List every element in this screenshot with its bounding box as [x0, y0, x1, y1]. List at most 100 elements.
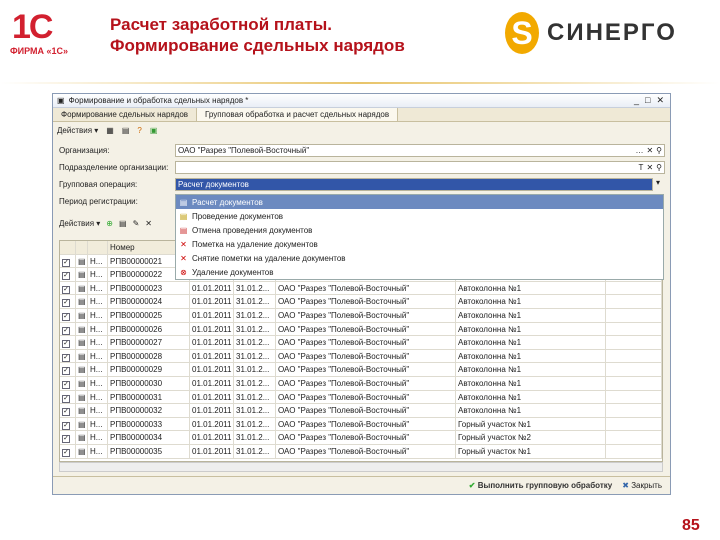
cell-e: 31.01.2... [234, 376, 276, 390]
cell-n: РПВ00000029 [108, 363, 190, 376]
cell-u: Автоколонна №1 [456, 404, 606, 417]
select-button[interactable]: … [635, 145, 643, 156]
table-row[interactable]: ✓ ▤ Н... РПВ00000028 01.01.2011 31.01.2... ОАО… [60, 349, 662, 364]
maximize-button[interactable]: □ [645, 95, 650, 106]
cell-o: ОАО "Разрез "Полевой-Восточный" [276, 404, 456, 417]
cell-u: Автоколонна №1 [456, 322, 606, 336]
cell-n: РПВ00000035 [108, 444, 190, 458]
execute-button[interactable]: ✔ Выполнить групповую обработку [469, 481, 612, 490]
minimize-button[interactable]: _ [634, 95, 639, 106]
cell-t: Н... [88, 295, 108, 308]
actions-menu[interactable]: Действия ▾ [57, 126, 98, 135]
cell-u: Горный участок №2 [456, 431, 606, 444]
table-row[interactable]: ✓ ▤ Н... РПВ00000029 01.01.2011 31.01.2... ОАО… [60, 363, 662, 377]
row-checkbox[interactable]: ✓ [62, 380, 70, 389]
cell-e: 31.01.2... [234, 444, 276, 458]
settings-icon[interactable]: ▤ [122, 126, 130, 135]
row-checkbox[interactable]: ✓ [62, 353, 70, 362]
delete-circle-icon: ⊗ [180, 267, 187, 277]
document-icon: ▤ [76, 322, 88, 336]
table-row[interactable]: ✓ ▤ Н... РПВ00000027 01.01.2011 31.01.2... ОАО… [60, 336, 662, 350]
horizontal-scrollbar[interactable] [59, 462, 663, 472]
cell-d: 01.01.2011 [190, 349, 234, 363]
tab-forming[interactable]: Формирование сдельных нарядов [53, 108, 198, 121]
cell-e: 31.01.2... [234, 390, 276, 404]
row-checkbox[interactable]: ✓ [62, 448, 70, 457]
table-row[interactable]: ✓ ▤ Н... РПВ00000031 01.01.2011 31.01.2... ОАО… [60, 390, 662, 405]
copy-icon[interactable]: ▤ [119, 219, 127, 228]
row-checkbox[interactable]: ✓ [62, 299, 70, 308]
subdivision-field[interactable]: T ✕ ⚲ [175, 161, 665, 174]
clear-icon[interactable]: ✕ [646, 162, 653, 173]
table-row[interactable]: ✓ ▤ Н... РПВ00000033 01.01.2011 31.01.2... ОАО… [60, 417, 662, 432]
row-checkbox[interactable]: ✓ [62, 367, 70, 376]
cell-u: Автоколонна №1 [456, 281, 606, 295]
organization-field[interactable]: ОАО "Разрез "Полевой-Восточный"… ✕ ⚲ [175, 144, 665, 157]
cell-t: Н... [88, 336, 108, 349]
search-icon[interactable]: ⚲ [656, 162, 662, 173]
cell-n: РПВ00000025 [108, 308, 190, 322]
chevron-down-icon[interactable]: ▾ [656, 178, 660, 187]
option-post[interactable]: ▤ Проведение документов [176, 209, 663, 223]
cell-t: Н... [88, 268, 108, 281]
close-window-button[interactable]: ✕ [656, 95, 664, 106]
table-row[interactable]: ✓ ▤ Н... РПВ00000035 01.01.2011 31.01.2... ОАО… [60, 444, 662, 459]
divider [0, 82, 720, 84]
table-row[interactable]: ✓ ▤ Н... РПВ00000030 01.01.2011 31.01.2... ОАО… [60, 376, 662, 391]
row-checkbox[interactable]: ✓ [62, 312, 70, 321]
row-checkbox[interactable]: ✓ [62, 435, 70, 444]
cell-t: Н... [88, 349, 108, 363]
option-mark-delete[interactable]: ✕ Пометка на удаление документов [176, 237, 663, 251]
save-icon[interactable]: ▦ [106, 126, 114, 135]
cell-d: 01.01.2011 [190, 295, 234, 308]
option-delete[interactable]: ⊗ Удаление документов [176, 265, 663, 279]
document-icon: ▤ [76, 254, 88, 268]
cell-d: 01.01.2011 [190, 322, 234, 336]
table-row[interactable]: ✓ ▤ Н... РПВ00000026 01.01.2011 31.01.2... ОАО… [60, 322, 662, 337]
row-checkbox[interactable]: ✓ [62, 408, 70, 417]
row-checkbox[interactable]: ✓ [62, 285, 70, 294]
table-row[interactable]: ✓ ▤ Н... РПВ00000032 01.01.2011 31.01.2... ОАО… [60, 404, 662, 418]
table-row[interactable]: ✓ ▤ Н... РПВ00000023 01.01.2011 31.01.2... ОАО… [60, 281, 662, 296]
cell-t: Н... [88, 444, 108, 458]
cell-d: 01.01.2011 [190, 404, 234, 417]
table-row[interactable]: ✓ ▤ Н... РПВ00000025 01.01.2011 31.01.2... ОАО… [60, 308, 662, 323]
clear-icon[interactable]: ✕ [646, 145, 653, 156]
type-icon[interactable]: T [639, 162, 644, 173]
tab-group-processing[interactable]: Групповая обработка и расчет сдельных на… [197, 108, 399, 121]
option-unmark-delete[interactable]: ✕ Снятие пометки на удаление документов [176, 251, 663, 265]
cell-n: РПВ00000028 [108, 349, 190, 363]
close-button[interactable]: ✖ Закрыть [622, 481, 662, 490]
row-checkbox[interactable]: ✓ [62, 258, 70, 267]
document-icon: ▤ [76, 417, 88, 431]
cell-e: 31.01.2... [234, 295, 276, 308]
document-icon: ▤ [76, 376, 88, 390]
group-operation-select[interactable]: Расчет документов [175, 178, 653, 191]
edit-icon[interactable]: ✎ [133, 219, 140, 228]
delete-icon[interactable]: ✕ [145, 219, 152, 228]
option-unpost[interactable]: ▤ Отмена проведения документов [176, 223, 663, 237]
help-icon[interactable]: ? [137, 126, 141, 135]
table-row[interactable]: ✓ ▤ Н... РПВ00000034 01.01.2011 31.01.2... ОАО… [60, 431, 662, 445]
row-checkbox[interactable]: ✓ [62, 326, 70, 335]
cell-u: Горный участок №1 [456, 417, 606, 431]
row-checkbox[interactable]: ✓ [62, 272, 70, 281]
table-row[interactable]: ✓ ▤ Н... РПВ00000024 01.01.2011 31.01.2... ОАО… [60, 295, 662, 309]
cell-e: 31.01.2... [234, 281, 276, 295]
document-icon[interactable]: ▣ [150, 126, 158, 135]
post-icon: ▤ [179, 211, 188, 221]
cell-n: РПВ00000033 [108, 417, 190, 431]
cell-o: ОАО "Разрез "Полевой-Восточный" [276, 336, 456, 349]
cell-o: ОАО "Разрез "Полевой-Восточный" [276, 281, 456, 295]
row-checkbox[interactable]: ✓ [62, 421, 70, 430]
cell-o: ОАО "Разрез "Полевой-Восточный" [276, 376, 456, 390]
execute-icon: ✔ [468, 481, 476, 490]
table-actions-menu[interactable]: Действия ▾ [59, 219, 100, 228]
search-icon[interactable]: ⚲ [656, 145, 662, 156]
close-icon: ✖ [622, 481, 629, 490]
option-calculate[interactable]: ▤ Расчет документов [176, 195, 663, 209]
row-checkbox[interactable]: ✓ [62, 340, 70, 349]
cell-d: 01.01.2011 [190, 281, 234, 295]
row-checkbox[interactable]: ✓ [62, 394, 70, 403]
add-icon[interactable]: ⊕ [106, 219, 113, 228]
